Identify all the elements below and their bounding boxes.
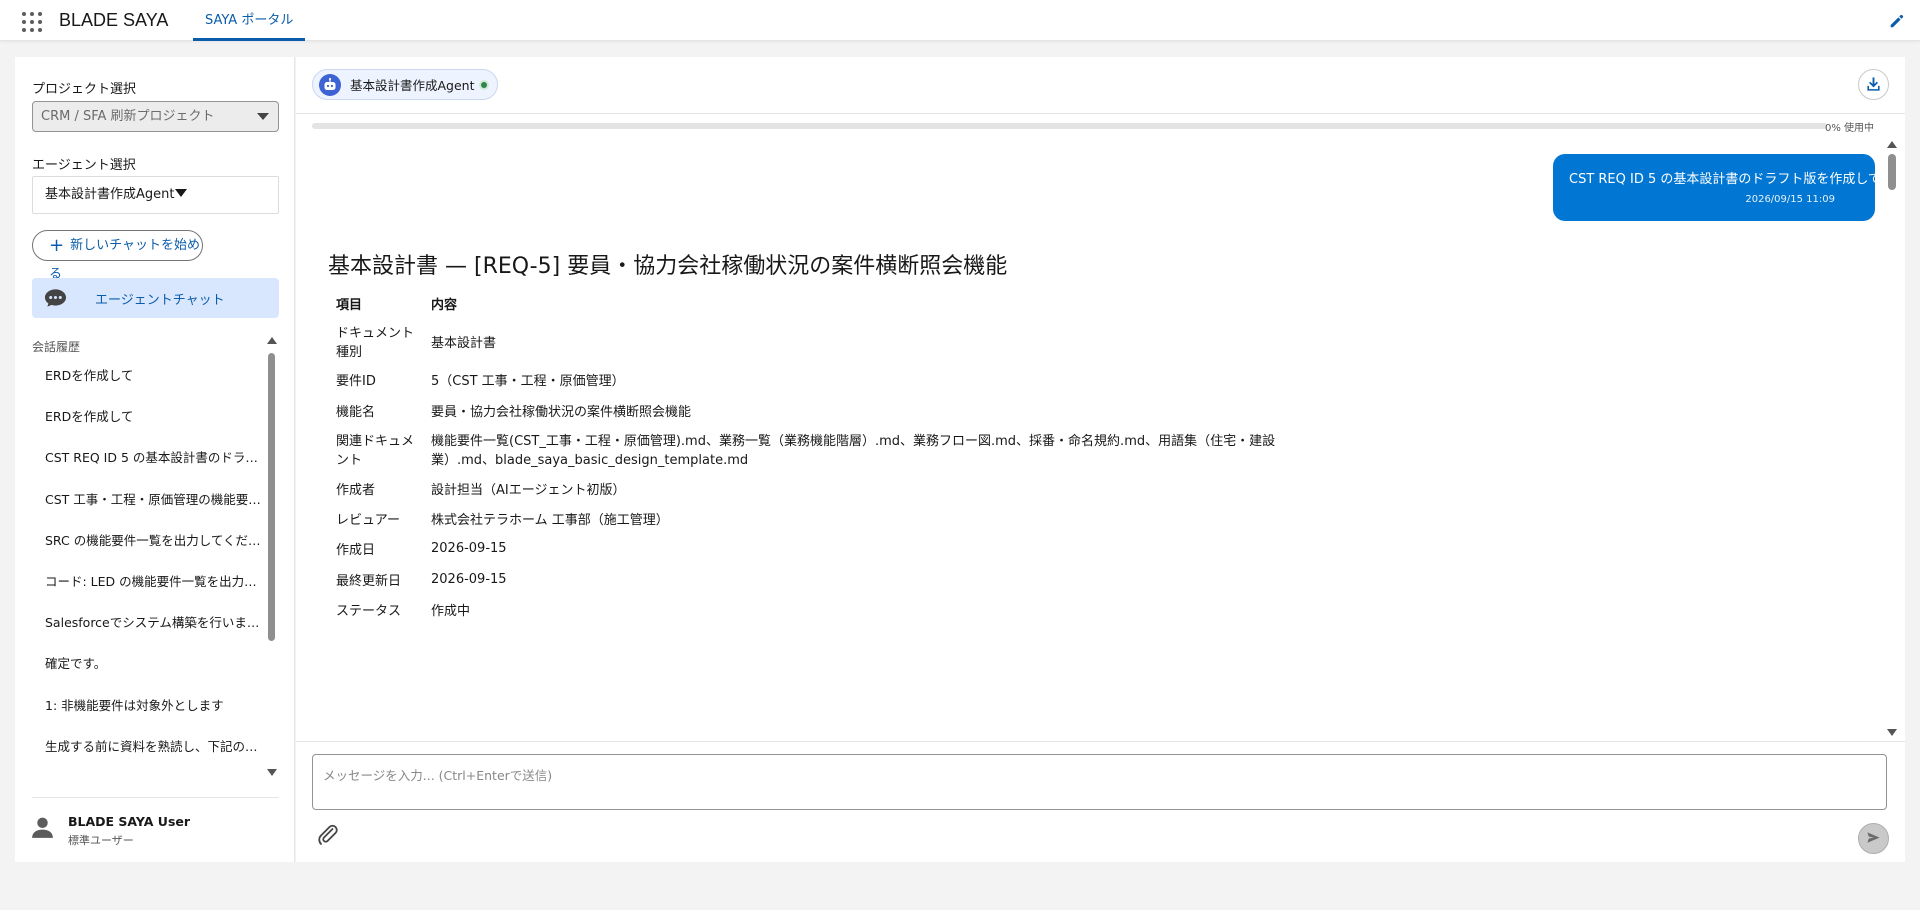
user-icon xyxy=(32,817,53,838)
download-icon xyxy=(1867,77,1880,91)
usage-text: 0% 使用中 xyxy=(1824,123,1874,134)
table-cell-key: 機能名 xyxy=(336,404,376,420)
nav-agent-chat[interactable]: エージェントチャット xyxy=(32,278,279,318)
history-item[interactable]: CST REQ ID 5 の基本設計書のドラフト版を作成して xyxy=(32,437,262,478)
divider xyxy=(296,113,1905,114)
history-item[interactable]: SRC の機能要件一覧を出力してください xyxy=(32,520,262,561)
project-select-value: CRM / SFA 刷新プロジェクト xyxy=(41,109,215,124)
history-scroll-up[interactable] xyxy=(267,337,277,344)
table-cell-key: 作成日 xyxy=(336,543,376,558)
table-cell-key: ステータス xyxy=(336,604,402,619)
top-header: BLADE SAYA SAYA ポータル xyxy=(0,0,1920,41)
agent-badge: 基本設計書作成Agent xyxy=(312,69,498,100)
table-row: 要件ID 5（CST 工事・工程・原価管理） xyxy=(328,364,1323,395)
agent-select[interactable]: 基本設計書作成Agent xyxy=(32,176,279,214)
history-item[interactable]: 1: 非機能要件は対象外とします xyxy=(32,685,262,726)
chat-panel: 基本設計書作成Agent 0% 使用中 CST REQ ID 5 の基本設計書の… xyxy=(296,57,1905,862)
new-chat-label: 新しいチャットを始める xyxy=(49,238,200,282)
user-role: 標準ユーザー xyxy=(68,834,134,847)
agent-badge-label: 基本設計書作成Agent xyxy=(350,78,475,93)
nav-tab-saya-portal[interactable]: SAYA ポータル xyxy=(193,0,306,41)
user-message-text: CST REQ ID 5 の基本設計書のドラフト版を作成して xyxy=(1569,172,1882,187)
history-item[interactable]: CST 工事・工程・原価管理の機能要件一覧を出力して xyxy=(32,479,262,520)
table-cell-value: 2026-09-15 xyxy=(431,541,507,556)
history-scroll-down[interactable] xyxy=(267,769,277,776)
table-row: 作成者 設計担当（AIエージェント初版） xyxy=(328,473,1323,503)
project-select-label: プロジェクト選択 xyxy=(32,82,137,97)
table-header-key: 項目 xyxy=(336,297,363,313)
table-header-value: 内容 xyxy=(431,297,458,313)
new-chat-button[interactable]: + 新しいチャットを始める xyxy=(32,230,203,282)
history-item[interactable]: コード: LED の機能要件一覧を出力してください xyxy=(32,561,262,602)
table-row: 作成日 2026-09-15 xyxy=(328,533,1323,564)
document-title: 基本設計書 — [REQ-5] 要員・協力会社稼働状況の案件横断照会機能 xyxy=(328,254,1008,279)
send-icon xyxy=(1867,832,1880,843)
table-cell-value: 作成中 xyxy=(431,604,471,619)
project-select[interactable]: CRM / SFA 刷新プロジェクト xyxy=(32,101,279,132)
table-cell-value: 株式会社テラホーム 工事部（施工管理） xyxy=(431,512,669,528)
chat-scroll-up[interactable] xyxy=(1887,141,1897,148)
table-cell-value: 機能要件一覧(CST_工事・工程・原価管理).md、業務一覧（業務機能階層）.m… xyxy=(431,434,1276,468)
agent-select-label: エージェント選択 xyxy=(32,158,136,173)
table-cell-key: 関連ドキュメント xyxy=(336,434,415,468)
chat-icon xyxy=(44,289,67,307)
history-item[interactable]: ERDを作成して xyxy=(32,396,262,437)
agent-select-value: 基本設計書作成Agent xyxy=(45,187,175,202)
table-row: 最終更新日 2026-09-15 xyxy=(328,564,1323,594)
chat-scroll-down[interactable] xyxy=(1887,729,1897,736)
user-message-time: 2026/09/15 11:09 xyxy=(1745,194,1835,205)
table-cell-value: 5（CST 工事・工程・原価管理） xyxy=(431,374,625,389)
chevron-down-icon xyxy=(257,113,269,120)
user-name: BLADE SAYA User xyxy=(68,814,191,829)
history-item[interactable]: ERDを作成して xyxy=(32,355,262,396)
download-button[interactable] xyxy=(1858,69,1889,100)
history-scrollbar[interactable] xyxy=(268,353,275,641)
user-message-bubble: CST REQ ID 5 の基本設計書のドラフト版を作成して 2026/09/1… xyxy=(1553,154,1882,221)
edit-icon[interactable] xyxy=(1888,12,1906,30)
sidebar: プロジェクト選択 CRM / SFA 刷新プロジェクト エージェント選択 基本設… xyxy=(15,57,295,862)
table-cell-key: 最終更新日 xyxy=(336,573,402,589)
table-row: レビュアー 株式会社テラホーム 工事部（施工管理） xyxy=(328,503,1323,533)
table-header-row: 項目 内容 xyxy=(328,288,1323,318)
chat-scrollbar[interactable] xyxy=(1888,154,1896,190)
status-dot xyxy=(480,81,487,88)
table-cell-value: 基本設計書 xyxy=(431,335,497,351)
message-area: CST REQ ID 5 の基本設計書のドラフト版を作成して 2026/09/1… xyxy=(296,137,1905,737)
history-item[interactable]: 確定です。 xyxy=(32,643,262,684)
document-table: 項目 内容 ドキュメント種別 基本設計書 要件ID 5（CST 工事・工程・原価… xyxy=(328,288,1323,625)
caret-down-icon xyxy=(175,189,188,197)
app-launcher-icon[interactable] xyxy=(22,12,42,32)
message-input[interactable] xyxy=(312,754,1887,810)
table-cell-value: 要員・協力会社稼働状況の案件横断照会機能 xyxy=(431,404,692,420)
robot-icon xyxy=(319,73,341,96)
history-label: 会話履歴 xyxy=(32,340,81,354)
table-row: ドキュメント種別 基本設計書 xyxy=(328,318,1323,364)
history-item[interactable]: Salesforceでシステム構築を行います。 xyxy=(32,602,262,643)
divider xyxy=(32,797,279,798)
table-row: 機能名 要員・協力会社稼働状況の案件横断照会機能 xyxy=(328,395,1323,425)
attach-icon[interactable] xyxy=(316,823,340,847)
divider xyxy=(296,741,1905,742)
table-cell-key: ドキュメント種別 xyxy=(336,326,415,360)
table-cell-value: 2026-09-15 xyxy=(431,571,507,587)
table-row: 関連ドキュメント 機能要件一覧(CST_工事・工程・原価管理).md、業務一覧（… xyxy=(328,425,1323,473)
table-cell-key: 作成者 xyxy=(336,482,376,498)
app-name: BLADE SAYA xyxy=(59,10,169,30)
table-row: ステータス 作成中 xyxy=(328,594,1323,625)
agent-chat-label: エージェントチャット xyxy=(95,293,225,308)
usage-progress-bar xyxy=(312,123,1827,129)
table-cell-key: レビュアー xyxy=(336,512,400,528)
table-cell-value: 設計担当（AIエージェント初版） xyxy=(431,482,626,498)
send-button[interactable] xyxy=(1858,823,1889,854)
history-item[interactable]: 生成する前に資料を熟読し、下記の3点を確認してください xyxy=(32,726,262,767)
history-list: ERDを作成して ERDを作成して CST REQ ID 5 の基本設計書のドラ… xyxy=(32,355,262,767)
table-cell-key: 要件ID xyxy=(336,374,376,389)
plus-icon: + xyxy=(49,235,65,256)
